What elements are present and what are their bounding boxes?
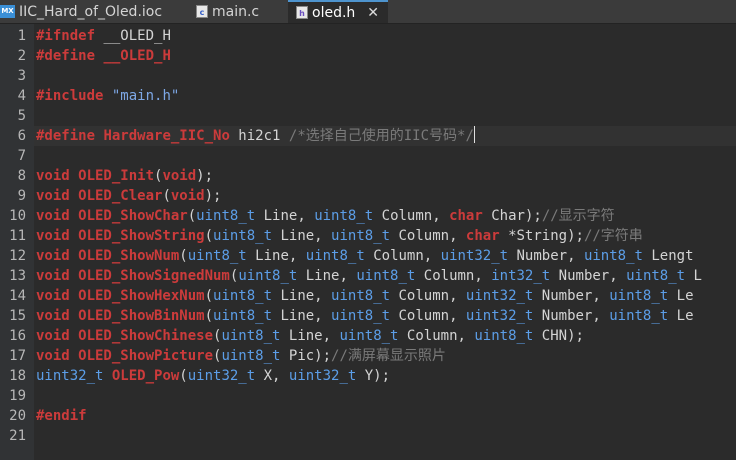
line-number: 3 xyxy=(17,68,26,84)
code-line: #include "main.h" xyxy=(36,88,180,104)
line-number: 9 xyxy=(17,188,26,204)
line-number-gutter: 1 2 3 4 5 6 7 8 9 10 11 12 13 14 15 16 1… xyxy=(0,24,34,460)
line-number: 2 xyxy=(17,48,26,64)
line-number: 19 xyxy=(9,388,26,404)
code-line: void OLED_ShowPicture(uint8_t Pic);//满屏幕… xyxy=(36,348,446,364)
header-file-icon: h xyxy=(296,6,308,19)
code-line: void OLED_ShowString(uint8_t Line, uint8… xyxy=(36,228,643,244)
code-line: #define __OLED_H xyxy=(36,48,171,64)
editor-tab-bar: MX IIC_Hard_of_Oled.ioc c main.c h oled.… xyxy=(0,0,736,24)
line-number: 21 xyxy=(9,428,26,444)
tab-label: IIC_Hard_of_Oled.ioc xyxy=(19,3,163,20)
tab-label: main.c xyxy=(212,3,260,20)
line-number: 17 xyxy=(9,348,26,364)
line-number: 1 xyxy=(17,28,26,44)
code-editor[interactable]: 1 2 3 4 5 6 7 8 9 10 11 12 13 14 15 16 1… xyxy=(0,24,736,460)
tab-main-c[interactable]: c main.c xyxy=(196,0,286,23)
code-line: void OLED_ShowSignedNum(uint8_t Line, ui… xyxy=(36,268,702,284)
code-line: void OLED_ShowChinese(uint8_t Line, uint… xyxy=(36,328,584,344)
line-number: 14 xyxy=(9,288,26,304)
code-line: void OLED_ShowBinNum(uint8_t Line, uint8… xyxy=(36,308,694,324)
tab-oled-h[interactable]: h oled.h ✕ xyxy=(288,0,388,23)
code-line: #ifndef __OLED_H xyxy=(36,28,171,44)
code-line: uint32_t OLED_Pow(uint32_t X, uint32_t Y… xyxy=(36,368,391,384)
line-number: 5 xyxy=(17,108,26,124)
code-line: void OLED_ShowNum(uint8_t Line, uint8_t … xyxy=(36,248,694,264)
line-number: 8 xyxy=(17,168,26,184)
code-line: void OLED_Clear(void); xyxy=(36,188,222,204)
line-number: 10 xyxy=(9,208,26,224)
line-number: 7 xyxy=(17,148,26,164)
text-cursor xyxy=(473,126,475,143)
code-line: #endif xyxy=(36,408,87,424)
line-number: 6 xyxy=(17,128,26,144)
code-line: void OLED_ShowChar(uint8_t Line, uint8_t… xyxy=(36,208,615,224)
tab-ioc-file[interactable]: MX IIC_Hard_of_Oled.ioc xyxy=(0,0,186,23)
line-number: 4 xyxy=(17,88,26,104)
code-area[interactable]: #ifndef __OLED_H #define __OLED_H #inclu… xyxy=(36,24,736,460)
line-number: 15 xyxy=(9,308,26,324)
stm32cubemx-icon: MX xyxy=(0,5,15,18)
line-number: 13 xyxy=(9,268,26,284)
line-number: 11 xyxy=(9,228,26,244)
c-file-icon: c xyxy=(196,5,208,18)
close-icon[interactable]: ✕ xyxy=(367,5,379,21)
code-line: void OLED_ShowHexNum(uint8_t Line, uint8… xyxy=(36,288,694,304)
line-number: 20 xyxy=(9,408,26,424)
tab-label: oled.h xyxy=(312,4,356,21)
code-line: #define Hardware_IIC_No hi2c1 /*选择自己使用的I… xyxy=(36,126,475,144)
line-number: 16 xyxy=(9,328,26,344)
line-number: 12 xyxy=(9,248,26,264)
code-line: void OLED_Init(void); xyxy=(36,168,214,184)
line-number: 18 xyxy=(9,368,26,384)
